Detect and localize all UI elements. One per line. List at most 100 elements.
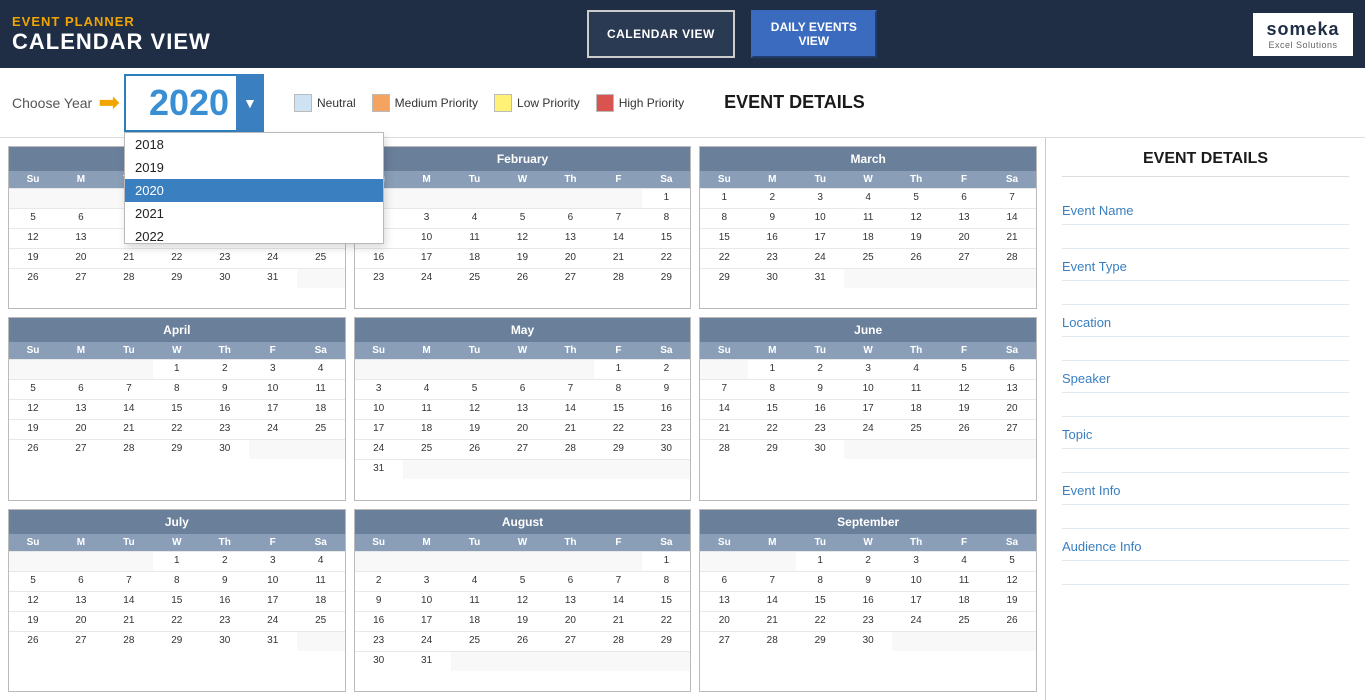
daily-events-button[interactable]: DAILY EVENTSVIEW	[751, 10, 877, 58]
day-cell[interactable]: 29	[153, 631, 201, 651]
day-cell[interactable]: 23	[796, 419, 844, 439]
day-cell[interactable]: 3	[249, 359, 297, 379]
day-cell[interactable]: 6	[546, 571, 594, 591]
day-cell[interactable]: 22	[153, 419, 201, 439]
day-cell[interactable]: 19	[892, 228, 940, 248]
day-cell[interactable]: 11	[451, 228, 499, 248]
day-cell[interactable]: 13	[940, 208, 988, 228]
day-cell[interactable]: 25	[297, 419, 345, 439]
day-cell[interactable]: 11	[297, 571, 345, 591]
day-cell[interactable]: 12	[988, 571, 1036, 591]
day-cell[interactable]: 14	[748, 591, 796, 611]
day-cell[interactable]: 29	[796, 631, 844, 651]
day-cell[interactable]: 5	[9, 208, 57, 228]
day-cell[interactable]: 15	[594, 399, 642, 419]
day-cell[interactable]: 27	[940, 248, 988, 268]
day-cell[interactable]: 17	[796, 228, 844, 248]
day-cell[interactable]: 23	[201, 248, 249, 268]
day-cell[interactable]: 24	[249, 611, 297, 631]
day-cell[interactable]: 13	[988, 379, 1036, 399]
day-cell[interactable]: 2	[796, 359, 844, 379]
day-cell[interactable]: 19	[9, 248, 57, 268]
day-cell[interactable]: 15	[796, 591, 844, 611]
day-cell[interactable]: 16	[844, 591, 892, 611]
day-cell[interactable]: 30	[748, 268, 796, 288]
day-cell[interactable]: 14	[594, 591, 642, 611]
day-cell[interactable]: 24	[355, 439, 403, 459]
day-cell[interactable]: 21	[594, 248, 642, 268]
year-option-2020[interactable]: 2020	[125, 179, 383, 202]
day-cell[interactable]: 26	[940, 419, 988, 439]
day-cell[interactable]: 12	[9, 591, 57, 611]
day-cell[interactable]: 29	[594, 439, 642, 459]
day-cell[interactable]: 23	[201, 611, 249, 631]
day-cell[interactable]: 20	[57, 248, 105, 268]
day-cell[interactable]: 27	[546, 268, 594, 288]
day-cell[interactable]: 27	[57, 631, 105, 651]
day-cell[interactable]: 2	[201, 359, 249, 379]
day-cell[interactable]: 24	[844, 419, 892, 439]
day-cell[interactable]: 20	[499, 419, 547, 439]
day-cell[interactable]: 19	[9, 419, 57, 439]
day-cell[interactable]: 30	[844, 631, 892, 651]
day-cell[interactable]: 7	[700, 379, 748, 399]
day-cell[interactable]: 13	[57, 591, 105, 611]
day-cell[interactable]: 18	[451, 248, 499, 268]
field-value-event-type[interactable]	[1062, 281, 1349, 305]
day-cell[interactable]: 17	[403, 248, 451, 268]
day-cell[interactable]: 14	[594, 228, 642, 248]
day-cell[interactable]: 10	[844, 379, 892, 399]
day-cell[interactable]: 19	[499, 248, 547, 268]
day-cell[interactable]: 23	[355, 268, 403, 288]
day-cell[interactable]: 12	[451, 399, 499, 419]
day-cell[interactable]: 11	[844, 208, 892, 228]
day-cell[interactable]: 6	[700, 571, 748, 591]
day-cell[interactable]: 21	[105, 611, 153, 631]
day-cell[interactable]: 27	[700, 631, 748, 651]
day-cell[interactable]: 26	[9, 268, 57, 288]
day-cell[interactable]: 3	[249, 551, 297, 571]
day-cell[interactable]: 20	[546, 248, 594, 268]
day-cell[interactable]: 15	[642, 228, 690, 248]
day-cell[interactable]: 29	[642, 631, 690, 651]
day-cell[interactable]: 5	[9, 571, 57, 591]
day-cell[interactable]: 24	[796, 248, 844, 268]
day-cell[interactable]: 29	[153, 268, 201, 288]
day-cell[interactable]: 13	[57, 228, 105, 248]
day-cell[interactable]: 7	[748, 571, 796, 591]
day-cell[interactable]: 25	[451, 631, 499, 651]
day-cell[interactable]: 10	[355, 399, 403, 419]
day-cell[interactable]: 6	[988, 359, 1036, 379]
day-cell[interactable]: 14	[105, 399, 153, 419]
day-cell[interactable]: 28	[700, 439, 748, 459]
day-cell[interactable]: 25	[403, 439, 451, 459]
day-cell[interactable]: 6	[57, 571, 105, 591]
day-cell[interactable]: 3	[892, 551, 940, 571]
day-cell[interactable]: 24	[249, 419, 297, 439]
day-cell[interactable]: 12	[892, 208, 940, 228]
day-cell[interactable]: 21	[594, 611, 642, 631]
day-cell[interactable]: 13	[57, 399, 105, 419]
day-cell[interactable]: 10	[403, 228, 451, 248]
day-cell[interactable]: 9	[201, 379, 249, 399]
day-cell[interactable]: 26	[9, 631, 57, 651]
field-value-event-info[interactable]	[1062, 505, 1349, 529]
day-cell[interactable]: 22	[796, 611, 844, 631]
day-cell[interactable]: 26	[988, 611, 1036, 631]
day-cell[interactable]: 30	[201, 439, 249, 459]
day-cell[interactable]: 15	[642, 591, 690, 611]
day-cell[interactable]: 24	[892, 611, 940, 631]
day-cell[interactable]: 10	[403, 591, 451, 611]
day-cell[interactable]: 4	[451, 571, 499, 591]
day-cell[interactable]: 16	[355, 248, 403, 268]
day-cell[interactable]: 6	[499, 379, 547, 399]
day-cell[interactable]: 12	[940, 379, 988, 399]
day-cell[interactable]: 13	[499, 399, 547, 419]
day-cell[interactable]: 14	[546, 399, 594, 419]
day-cell[interactable]: 7	[105, 379, 153, 399]
day-cell[interactable]: 19	[9, 611, 57, 631]
day-cell[interactable]: 20	[57, 419, 105, 439]
day-cell[interactable]: 19	[451, 419, 499, 439]
day-cell[interactable]: 27	[57, 268, 105, 288]
day-cell[interactable]: 22	[642, 611, 690, 631]
